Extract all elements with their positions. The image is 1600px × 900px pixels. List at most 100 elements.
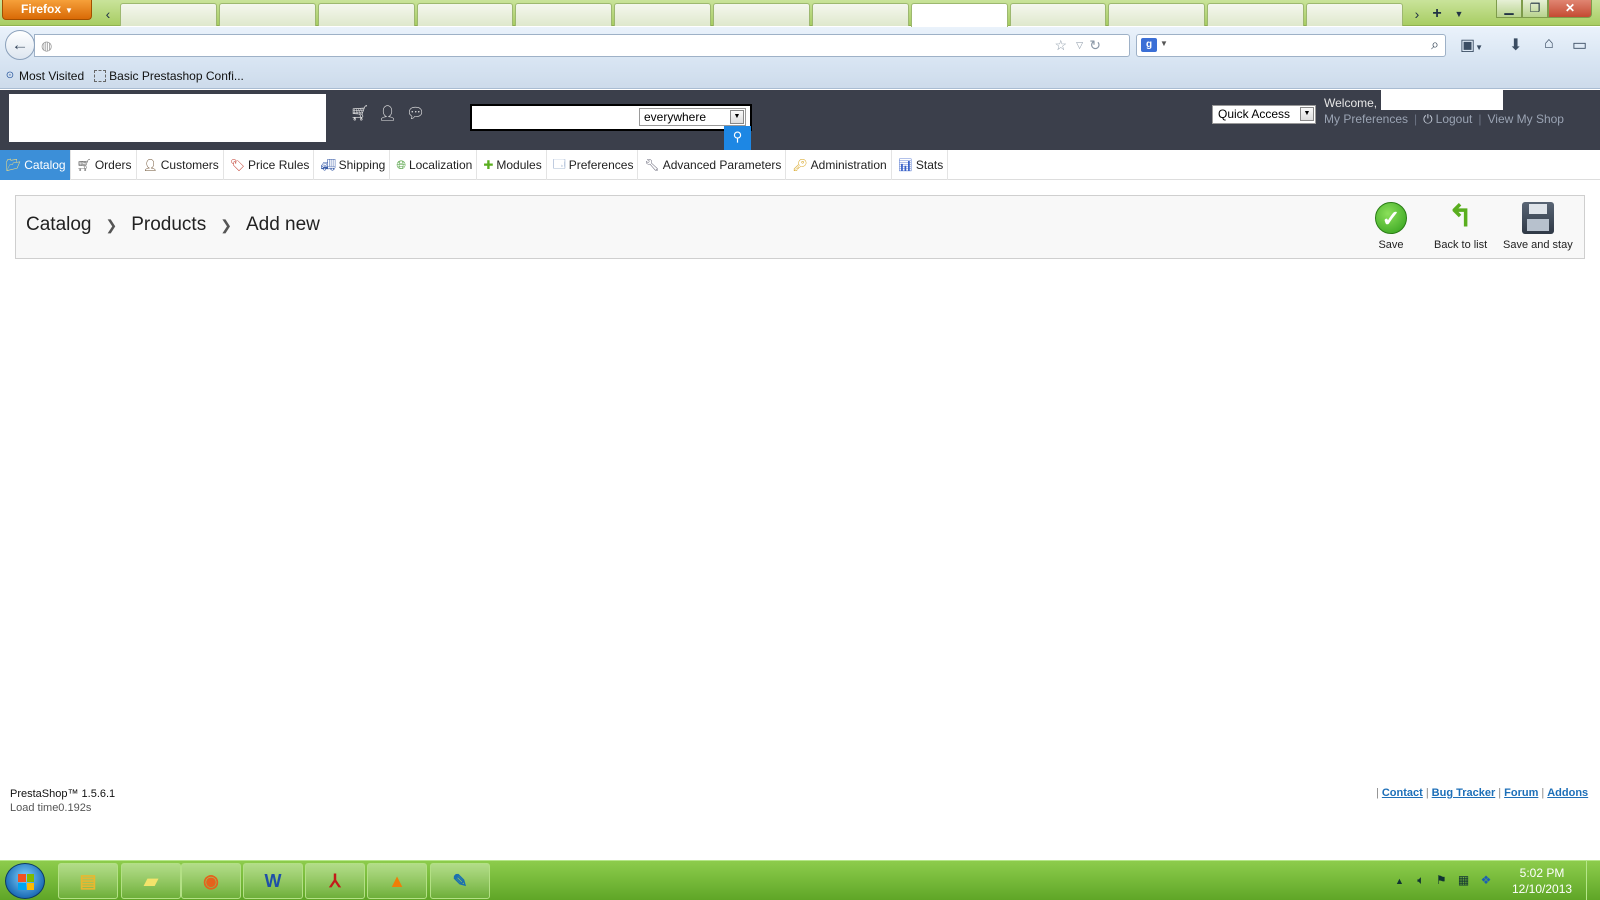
browser-tab[interactable] xyxy=(614,3,712,26)
search-scope-select[interactable]: everywhere ▼ xyxy=(639,108,746,126)
menu-item-stats[interactable]: 📊︎ Stats xyxy=(892,150,949,180)
window-icon[interactable]: ▭ xyxy=(1572,35,1587,55)
minimize-icon[interactable]: ▁ xyxy=(1496,0,1522,18)
browser-tab[interactable] xyxy=(1108,3,1206,26)
start-button[interactable] xyxy=(5,863,45,899)
home-icon[interactable]: ⌂ xyxy=(1544,35,1554,53)
downloads-icon[interactable]: ⬇ xyxy=(1509,35,1522,55)
history-dropdown-icon[interactable]: ▽ xyxy=(1076,40,1083,51)
most-visited-icon: ⊙ xyxy=(5,69,15,81)
link-separator: | xyxy=(1414,112,1418,126)
list-all-tabs-icon[interactable]: ▼ xyxy=(1450,4,1468,24)
bookmark-prestashop-config[interactable]: Basic Prestashop Confi... xyxy=(94,69,244,83)
menu-item-catalog[interactable]: 📂︎ Catalog xyxy=(0,150,71,180)
admin-search-button[interactable]: ⚲ xyxy=(724,126,751,150)
cart-icon[interactable]: 🛒︎ xyxy=(350,104,369,122)
logout-link[interactable]: Logout xyxy=(1436,112,1473,126)
customers-icon[interactable]: 👤︎ xyxy=(378,104,397,122)
search-icon[interactable]: ⌕ xyxy=(1431,36,1439,53)
addons-link[interactable]: Addons xyxy=(1547,787,1588,799)
browser-tab[interactable] xyxy=(317,3,415,26)
navigation-toolbar: ◍ ☆ ▽ ↻ ← g ▼ ⌕ ▣▼ ⬇ ⌂ ▭ xyxy=(0,27,1600,63)
puzzle-icon: ✚ xyxy=(483,158,494,172)
menu-item-administration[interactable]: 🔑︎ Administration xyxy=(786,150,892,180)
taskbar-app-sticky-notes[interactable]: ▰ xyxy=(121,863,181,899)
admin-search-input[interactable]: everywhere ▼ xyxy=(470,104,752,131)
show-desktop-button[interactable] xyxy=(1586,861,1600,900)
menu-item-label: Administration xyxy=(810,158,887,172)
back-button[interactable]: ← xyxy=(5,30,35,60)
url-bar[interactable]: ◍ ☆ ▽ ↻ xyxy=(34,34,1130,57)
menu-item-customers[interactable]: 👤︎ Customers xyxy=(137,150,224,180)
header-links: My Preferences | ⏻ Logout | View My Shop xyxy=(1324,112,1564,127)
new-tab-icon[interactable]: + xyxy=(1428,4,1446,24)
save-button[interactable]: ✓ Save xyxy=(1375,202,1407,251)
chevron-down-icon: ▼ xyxy=(65,6,73,15)
tab-scroll-left-icon[interactable]: ‹ xyxy=(99,4,117,24)
network-icon[interactable]: ▦ xyxy=(1458,873,1469,887)
forum-link[interactable]: Forum xyxy=(1504,787,1538,799)
tab-scroll-right-icon[interactable]: › xyxy=(1408,4,1426,24)
browser-tab[interactable] xyxy=(1009,3,1107,26)
search-engine-icon[interactable]: g xyxy=(1141,38,1157,52)
action-center-flag-icon[interactable]: ⚑ xyxy=(1436,873,1447,887)
quick-access-select[interactable]: Quick Access ▼ xyxy=(1212,105,1316,124)
restore-icon[interactable]: ❐ xyxy=(1522,0,1548,18)
link-separator: | xyxy=(1498,787,1502,799)
globe-icon: 🌐︎ xyxy=(396,157,406,172)
bug-tracker-link[interactable]: Bug Tracker xyxy=(1432,787,1496,799)
bookmark-most-visited[interactable]: ⊙ Most Visited xyxy=(4,69,84,83)
taskbar-app-acrobat[interactable]: ⅄ xyxy=(305,863,365,899)
save-and-stay-button[interactable]: Save and stay xyxy=(1503,202,1573,251)
menu-item-price-rules[interactable]: 🏷︎ Price Rules xyxy=(224,150,315,180)
reload-icon[interactable]: ↻ xyxy=(1089,37,1101,54)
welcome-text: Welcome, xyxy=(1324,96,1378,110)
tray-expand-icon[interactable]: ▲ xyxy=(1395,876,1404,886)
key-icon: 🔑︎ xyxy=(792,158,808,172)
taskbar-app-file-explorer[interactable]: ▤ xyxy=(58,863,118,899)
browser-tab[interactable] xyxy=(120,3,217,26)
volume-icon[interactable]: 🔈︎ xyxy=(1417,873,1424,887)
taskbar-app-firefox[interactable]: ◉ xyxy=(181,863,241,899)
browser-tab[interactable] xyxy=(1207,3,1305,26)
back-to-list-button[interactable]: ↰ Back to list xyxy=(1434,202,1487,252)
bookmarks-menu-icon[interactable]: ▣▼ xyxy=(1460,35,1483,55)
system-clock[interactable]: 5:02 PM 12/10/2013 xyxy=(1512,865,1572,897)
browser-tab[interactable] xyxy=(1306,3,1403,26)
search-bar[interactable]: g ▼ ⌕ xyxy=(1136,34,1446,57)
bookmark-star-icon[interactable]: ☆ xyxy=(1054,37,1067,54)
my-preferences-link[interactable]: My Preferences xyxy=(1324,112,1408,126)
menu-item-shipping[interactable]: 🚚︎ Shipping xyxy=(314,150,391,180)
menu-item-orders[interactable]: 🛒︎ Orders xyxy=(71,150,137,180)
taskbar-app-word[interactable]: W xyxy=(243,863,303,899)
site-identity-icon[interactable]: ◍ xyxy=(41,38,52,54)
menu-item-label: Modules xyxy=(496,158,542,172)
taskbar-app-feather-app[interactable]: ✎ xyxy=(430,863,490,899)
menu-item-modules[interactable]: ✚ Modules xyxy=(477,150,547,180)
windows-taskbar: ▤ ▰ ◉ W ⅄ ▲ ✎ ▲ 🔈︎ ⚑ ▦ ❖ 5:02 PM 12/10/2013 xyxy=(0,860,1600,900)
firefox-menu-button[interactable]: Firefox ▼ xyxy=(2,0,92,20)
menu-item-localization[interactable]: 🌐︎ Localization xyxy=(390,150,478,180)
dropbox-icon[interactable]: ❖ xyxy=(1481,873,1492,887)
shop-logo[interactable] xyxy=(9,94,326,142)
browser-tab-active[interactable] xyxy=(910,3,1008,27)
menu-item-preferences[interactable]: 🗔 Preferences xyxy=(547,150,639,180)
view-my-shop-link[interactable]: View My Shop xyxy=(1487,112,1563,126)
close-icon[interactable]: ✕ xyxy=(1548,0,1592,18)
menu-item-label: Orders xyxy=(94,158,132,172)
browser-tab[interactable] xyxy=(218,3,316,26)
search-engine-dropdown-icon[interactable]: ▼ xyxy=(1160,39,1168,48)
clock-date: 12/10/2013 xyxy=(1512,882,1573,896)
page-toolbar: Catalog ❯ Products ❯ Add new ✓ Save ↰ Ba… xyxy=(15,195,1585,259)
browser-tab[interactable] xyxy=(713,3,810,26)
browser-titlebar: Firefox ▼ ‹ › + ▼ ▁ ❐ ✕ xyxy=(0,0,1600,27)
browser-tab[interactable] xyxy=(811,3,909,26)
browser-tab[interactable] xyxy=(416,3,514,26)
taskbar-app-vlc[interactable]: ▲ xyxy=(367,863,427,899)
browser-tab[interactable] xyxy=(515,3,613,26)
preferences-icon: 🗔 xyxy=(552,156,566,171)
user-icon: 👤︎ xyxy=(142,158,158,172)
menu-item-advanced-parameters[interactable]: 🔧︎ Advanced Parameters xyxy=(638,150,787,180)
messages-icon[interactable]: 💬︎ xyxy=(406,104,425,122)
contact-link[interactable]: Contact xyxy=(1382,787,1423,799)
